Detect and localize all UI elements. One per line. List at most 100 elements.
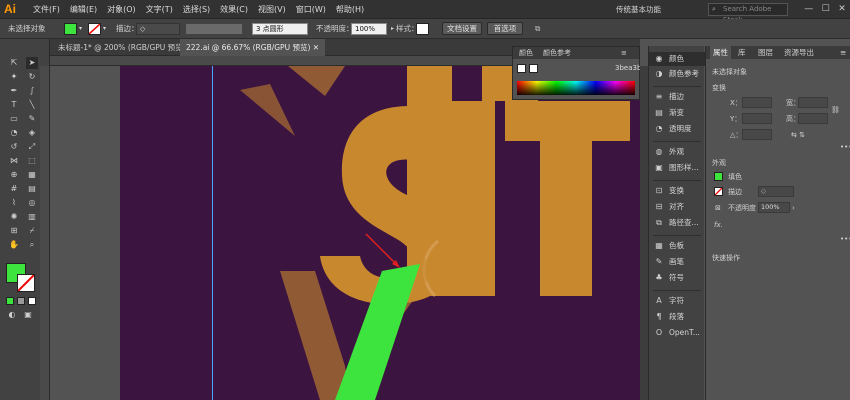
menu-icon[interactable]: ≡ (621, 47, 627, 59)
perspective-grid-icon[interactable]: ▦ (26, 169, 38, 181)
chevron-down-icon[interactable]: ▾ (103, 19, 106, 39)
menu-object[interactable]: 对象(O) (102, 0, 141, 19)
screen-mode-icon[interactable]: ▣ (22, 309, 34, 321)
brush-definition[interactable]: 3 点圆形 (252, 23, 308, 35)
dock-item-pathfinder[interactable]: ⧉ 路径查... (649, 216, 705, 230)
tab-properties[interactable]: 属性 (710, 46, 731, 59)
tab-layers[interactable]: 图层 (758, 46, 773, 59)
eraser-icon[interactable]: ◈ (26, 127, 38, 139)
eyedropper-icon[interactable]: ⌇ (8, 197, 20, 209)
close-icon[interactable]: ✕ (313, 43, 319, 52)
preferences-button[interactable]: 首选项 (487, 22, 523, 35)
tab-222ai[interactable]: 222.ai @ 66.67% (RGB/GPU 预览) ✕ (180, 39, 326, 56)
dock-item-stroke[interactable]: ≡ 描边 (649, 90, 705, 104)
artboard[interactable] (120, 66, 640, 400)
tab-color-guide[interactable]: 颜色参考 (543, 47, 571, 59)
hand-tool-icon[interactable]: ✋ (8, 239, 20, 251)
rotate-tool-icon[interactable]: ↺ (8, 141, 20, 153)
dock-item-graphic-styles[interactable]: ▣ 图形样... (649, 161, 705, 175)
white-swatch[interactable] (529, 64, 538, 73)
opacity-field[interactable]: 100% (351, 23, 387, 35)
fill-swatch[interactable] (64, 23, 77, 35)
arrange-icon[interactable]: ⧉ (535, 19, 540, 39)
menu-effect[interactable]: 效果(C) (215, 0, 253, 19)
dock-item-brushes[interactable]: ✎ 画笔 (649, 255, 705, 269)
dock-item-symbols[interactable]: ♣ 符号 (649, 271, 705, 285)
more-options-icon[interactable]: ••• (840, 234, 850, 244)
opacity-field[interactable]: 100% (758, 202, 790, 213)
minimize-icon[interactable]: — (804, 0, 813, 19)
dock-item-character[interactable]: A 字符 (649, 294, 705, 308)
gradient-tool-icon[interactable]: ▤ (26, 183, 38, 195)
dock-item-transform[interactable]: ⊡ 变换 (649, 184, 705, 198)
y-field[interactable] (742, 113, 772, 124)
variable-width-profile[interactable] (186, 24, 242, 34)
chevron-right-icon[interactable]: ▸ (391, 19, 394, 39)
menu-select[interactable]: 选择(S) (178, 0, 215, 19)
chevron-down-icon[interactable]: ▾ (79, 19, 82, 39)
maximize-icon[interactable]: ☐ (822, 0, 830, 19)
tab-libraries[interactable]: 库 (738, 46, 746, 59)
symbol-sprayer-icon[interactable]: ✺ (8, 211, 20, 223)
paintbrush-icon[interactable]: ✎ (26, 113, 38, 125)
x-field[interactable] (742, 97, 772, 108)
gradient-mode-icon[interactable] (17, 297, 25, 305)
shaper-tool-icon[interactable]: ◔ (8, 127, 20, 139)
dock-item-color-guide[interactable]: ◑ 颜色参考 (649, 67, 705, 81)
dock-item-gradient[interactable]: ▤ 渐变 (649, 106, 705, 120)
menu-icon[interactable]: ≡ (840, 46, 846, 59)
width-tool-icon[interactable]: ⋈ (8, 155, 20, 167)
document-setup-button[interactable]: 文档设置 (442, 22, 482, 35)
fill-swatch[interactable] (714, 172, 723, 181)
tab-color[interactable]: 颜色 (519, 47, 533, 59)
line-tool-icon[interactable]: ╲ (26, 99, 38, 111)
w-field[interactable] (798, 97, 828, 108)
style-swatch[interactable] (416, 23, 429, 35)
menu-help[interactable]: 帮助(H) (331, 0, 369, 19)
artwork[interactable] (120, 66, 640, 400)
stroke-swatch[interactable] (714, 187, 723, 196)
hex-value[interactable]: 3bea3b (615, 64, 641, 72)
more-options-icon[interactable]: ••• (840, 142, 850, 152)
menu-window[interactable]: 窗口(W) (291, 0, 331, 19)
type-tool-icon[interactable]: T (8, 99, 20, 111)
canvas-area[interactable] (50, 66, 640, 400)
curvature-icon[interactable]: ∫ (26, 85, 38, 97)
zoom-tool-icon[interactable]: ⌕ (26, 239, 38, 251)
free-transform-icon[interactable]: ⬚ (26, 155, 38, 167)
close-icon[interactable]: ✕ (838, 0, 846, 19)
draw-mode-icon[interactable]: ◐ (6, 309, 18, 321)
color-mode-icon[interactable] (6, 297, 14, 305)
menu-edit[interactable]: 编辑(E) (65, 0, 102, 19)
workspace-switcher[interactable]: 传统基本功能 (616, 0, 661, 19)
color-spectrum[interactable] (517, 81, 635, 95)
dock-item-align[interactable]: ⊟ 对齐 (649, 200, 705, 214)
dock-item-swatches[interactable]: ▦ 色板 (649, 239, 705, 253)
selection-tool-icon[interactable]: ➤ (26, 57, 38, 69)
flip-icon[interactable]: ⇆ ⇅ (791, 130, 805, 140)
stroke-weight-field[interactable]: ◇ (758, 186, 794, 197)
vertical-ruler[interactable] (40, 66, 50, 400)
dock-item-transparency[interactable]: ◔ 透明度 (649, 122, 705, 136)
shape-builder-icon[interactable]: ⊕ (8, 169, 20, 181)
dock-item-opentype[interactable]: O OpenT... (649, 326, 705, 340)
direct-select-icon[interactable]: ⇱ (8, 57, 20, 69)
menu-file[interactable]: 文件(F) (28, 0, 65, 19)
h-field[interactable] (798, 113, 828, 124)
angle-field[interactable] (742, 129, 772, 140)
stroke-weight-field[interactable]: ◇ (136, 23, 180, 35)
dock-item-appearance[interactable]: ◍ 外观 (649, 145, 705, 159)
stock-search-input[interactable]: ⌕ Search Adobe Stock (708, 3, 788, 24)
scale-tool-icon[interactable]: ⤢ (26, 141, 38, 153)
dock-item-paragraph[interactable]: ¶ 段落 (649, 310, 705, 324)
magic-wand-icon[interactable]: ✦ (8, 71, 20, 83)
pen-tool-icon[interactable]: ✒ (8, 85, 20, 97)
rectangle-tool-icon[interactable]: ▭ (8, 113, 20, 125)
fx-icon[interactable]: fx. (714, 220, 723, 230)
opacity-label[interactable]: 不透明度： (316, 19, 354, 39)
chevron-right-icon[interactable]: › (792, 203, 795, 213)
artboard-tool-icon[interactable]: ⊞ (8, 225, 20, 237)
none-mode-icon[interactable] (28, 297, 36, 305)
blend-tool-icon[interactable]: ◎ (26, 197, 38, 209)
tab-untitled[interactable]: 未标题-1* @ 200% (RGB/GPU 预览) ✕ (52, 39, 200, 56)
